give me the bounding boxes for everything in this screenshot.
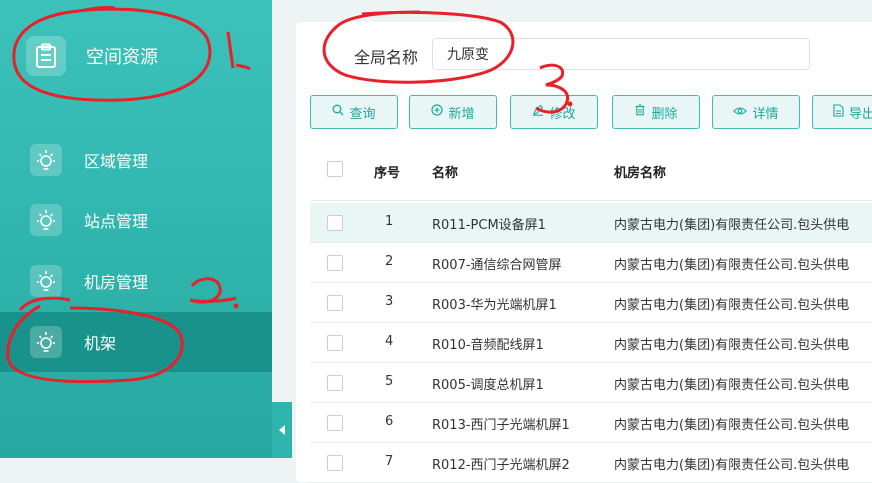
search-label: 全局名称 <box>354 48 419 67</box>
trash-icon <box>634 104 646 120</box>
cell-name: R010-音频配线屏1 <box>432 338 544 353</box>
sidebar-collapse-button[interactable] <box>272 402 292 458</box>
table-row[interactable]: 4 R010-音频配线屏1 内蒙古电力(集团)有限责任公司.包头供电 <box>310 323 872 363</box>
table-row[interactable]: 1 R011-PCM设备屏1 内蒙古电力(集团)有限责任公司.包头供电 <box>310 203 872 243</box>
sidebar: 空间资源 区域管理 站点管理 机房管理 机架 <box>0 0 272 458</box>
table-row[interactable]: 7 R012-西门子光端机屏2 内蒙古电力(集团)有限责任公司.包头供电 <box>310 443 872 483</box>
cell-name: R007-通信综合网管屏 <box>432 258 562 273</box>
bulb-icon <box>30 265 62 297</box>
export-button-label: 导出 <box>849 106 872 122</box>
cell-index: 4 <box>385 334 394 349</box>
sidebar-item-label: 机架 <box>84 334 117 353</box>
cell-room: 内蒙古电力(集团)有限责任公司.包头供电 <box>614 378 850 393</box>
edit-button[interactable]: 修改 <box>510 95 598 129</box>
cell-index: 7 <box>385 454 394 469</box>
row-checkbox[interactable] <box>327 215 343 231</box>
cell-room: 内蒙古电力(集团)有限责任公司.包头供电 <box>614 458 850 473</box>
cell-room: 内蒙古电力(集团)有限责任公司.包头供电 <box>614 258 850 273</box>
delete-button-label: 删除 <box>651 106 678 122</box>
edit-button-label: 修改 <box>549 106 576 122</box>
cell-index: 1 <box>385 214 394 229</box>
bulb-icon <box>30 144 62 176</box>
sidebar-item-label: 站点管理 <box>84 212 149 231</box>
row-checkbox[interactable] <box>327 415 343 431</box>
delete-button[interactable]: 删除 <box>612 95 700 129</box>
sidebar-item-label: 区域管理 <box>84 152 149 171</box>
query-button[interactable]: 查询 <box>310 95 398 129</box>
table-row[interactable]: 3 R003-华为光端机屏1 内蒙古电力(集团)有限责任公司.包头供电 <box>310 283 872 323</box>
cell-name: R011-PCM设备屏1 <box>432 218 546 233</box>
cell-index: 5 <box>385 374 394 389</box>
export-button[interactable]: 导出 <box>812 95 872 129</box>
query-button-label: 查询 <box>349 106 376 122</box>
add-button[interactable]: 新增 <box>409 95 497 129</box>
col-header-name: 名称 <box>432 166 459 181</box>
add-button-label: 新增 <box>448 106 475 122</box>
clipboard-icon <box>26 36 66 76</box>
row-checkbox[interactable] <box>327 255 343 271</box>
cell-index: 6 <box>385 414 394 429</box>
table-row[interactable]: 2 R007-通信综合网管屏 内蒙古电力(集团)有限责任公司.包头供电 <box>310 243 872 283</box>
row-checkbox[interactable] <box>327 335 343 351</box>
table-row[interactable]: 5 R005-调度总机屏1 内蒙古电力(集团)有限责任公司.包头供电 <box>310 363 872 403</box>
sidebar-item-label: 机房管理 <box>84 273 149 292</box>
col-header-room: 机房名称 <box>614 166 667 181</box>
search-input[interactable] <box>432 38 810 70</box>
cell-name: R013-西门子光端机屏1 <box>432 418 570 433</box>
eye-icon <box>733 105 748 120</box>
cell-room: 内蒙古电力(集团)有限责任公司.包头供电 <box>614 218 850 233</box>
sidebar-item-area-management[interactable]: 区域管理 <box>0 130 272 190</box>
cell-index: 3 <box>385 294 394 309</box>
cell-index: 2 <box>385 254 394 269</box>
sidebar-item-site-management[interactable]: 站点管理 <box>0 190 272 250</box>
sidebar-item-rack[interactable]: 机架 <box>0 312 272 372</box>
cell-room: 内蒙古电力(集团)有限责任公司.包头供电 <box>614 418 850 433</box>
document-icon <box>833 103 844 121</box>
row-checkbox[interactable] <box>327 295 343 311</box>
cell-room: 内蒙古电力(集团)有限责任公司.包头供电 <box>614 338 850 353</box>
bulb-icon <box>30 326 62 358</box>
row-checkbox[interactable] <box>327 375 343 391</box>
sidebar-header-label: 空间资源 <box>86 47 158 68</box>
search-icon <box>332 104 344 120</box>
cell-room: 内蒙古电力(集团)有限责任公司.包头供电 <box>614 298 850 313</box>
sidebar-header-space-resources[interactable]: 空间资源 <box>0 26 272 86</box>
row-checkbox[interactable] <box>327 455 343 471</box>
col-header-index: 序号 <box>374 166 401 181</box>
details-button-label: 详情 <box>752 106 779 122</box>
cell-name: R003-华为光端机屏1 <box>432 298 557 313</box>
caret-left-icon <box>279 425 285 435</box>
select-all-checkbox[interactable] <box>327 161 343 177</box>
plus-circle-icon <box>431 104 444 120</box>
cell-name: R005-调度总机屏1 <box>432 378 544 393</box>
table-row[interactable]: 6 R013-西门子光端机屏1 内蒙古电力(集团)有限责任公司.包头供电 <box>310 403 872 443</box>
table-header: 序号 名称 机房名称 <box>310 140 872 201</box>
details-button[interactable]: 详情 <box>712 95 800 129</box>
edit-icon <box>532 104 544 120</box>
sidebar-item-room-management[interactable]: 机房管理 <box>0 251 272 311</box>
bulb-icon <box>30 204 62 236</box>
cell-name: R012-西门子光端机屏2 <box>432 458 570 473</box>
